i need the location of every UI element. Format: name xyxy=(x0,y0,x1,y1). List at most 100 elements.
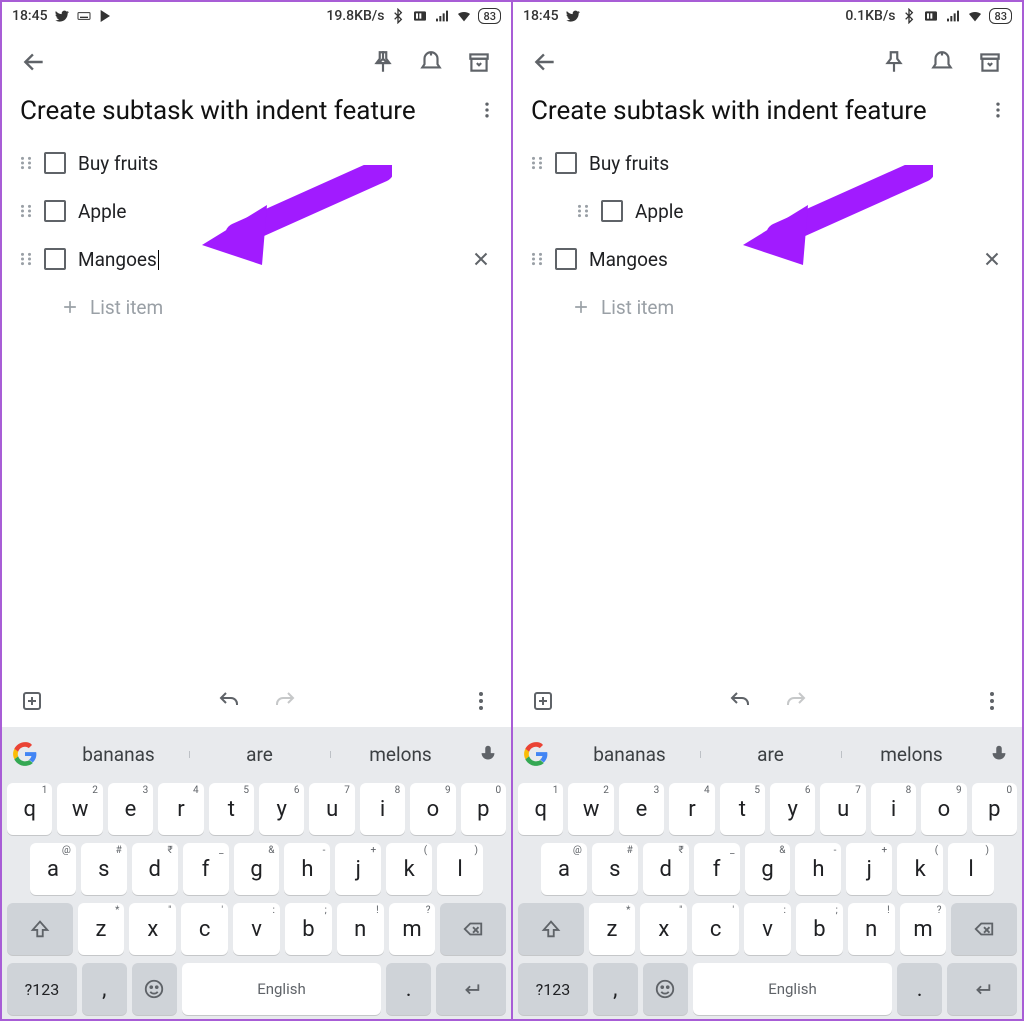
add-list-item[interactable]: List item xyxy=(12,283,501,331)
key-m[interactable]: m? xyxy=(389,903,436,955)
suggestion[interactable]: bananas xyxy=(48,743,189,766)
more-options-button[interactable] xyxy=(974,94,1022,120)
add-list-item[interactable]: List item xyxy=(523,283,1012,331)
reminder-button[interactable] xyxy=(407,38,455,86)
checkbox[interactable] xyxy=(44,200,66,222)
emoji-key[interactable] xyxy=(643,963,688,1015)
space-key[interactable]: English xyxy=(182,963,382,1015)
enter-key[interactable] xyxy=(947,963,1017,1015)
item-text[interactable]: Buy fruits xyxy=(78,152,501,175)
comma-key[interactable]: , xyxy=(82,963,127,1015)
archive-button[interactable] xyxy=(966,38,1014,86)
key-u[interactable]: u7 xyxy=(820,783,865,835)
key-a[interactable]: a@ xyxy=(30,843,76,895)
key-x[interactable]: x" xyxy=(129,903,176,955)
mic-icon[interactable] xyxy=(982,743,1016,765)
key-l[interactable]: l) xyxy=(948,843,994,895)
key-r[interactable]: r4 xyxy=(158,783,203,835)
key-q[interactable]: q1 xyxy=(518,783,563,835)
key-n[interactable]: n! xyxy=(337,903,384,955)
key-y[interactable]: y6 xyxy=(259,783,304,835)
enter-key[interactable] xyxy=(436,963,506,1015)
key-s[interactable]: s# xyxy=(81,843,127,895)
delete-item-button[interactable] xyxy=(972,248,1012,270)
redo-button[interactable] xyxy=(772,677,820,725)
key-m[interactable]: m? xyxy=(900,903,947,955)
key-r[interactable]: r4 xyxy=(669,783,714,835)
key-w[interactable]: w2 xyxy=(568,783,613,835)
suggestion[interactable]: melons xyxy=(841,743,982,766)
google-logo-icon[interactable] xyxy=(519,737,553,771)
drag-handle-icon[interactable] xyxy=(523,252,551,266)
key-a[interactable]: a@ xyxy=(541,843,587,895)
checklist-item[interactable]: Apple xyxy=(12,187,501,235)
note-title[interactable]: Create subtask with indent feature xyxy=(2,94,463,135)
key-e[interactable]: e3 xyxy=(619,783,664,835)
more-options-button[interactable] xyxy=(463,94,511,120)
item-text[interactable]: Apple xyxy=(78,200,501,223)
key-t[interactable]: t5 xyxy=(209,783,254,835)
delete-item-button[interactable] xyxy=(461,248,501,270)
suggestion[interactable]: bananas xyxy=(559,743,700,766)
checklist-item[interactable]: Buy fruits xyxy=(523,139,1012,187)
key-d[interactable]: d₹ xyxy=(643,843,689,895)
checklist-item-indented[interactable]: Apple xyxy=(523,187,1012,235)
key-k[interactable]: k( xyxy=(897,843,943,895)
add-content-button[interactable] xyxy=(8,677,56,725)
key-j[interactable]: j+ xyxy=(335,843,381,895)
key-k[interactable]: k( xyxy=(386,843,432,895)
key-z[interactable]: z* xyxy=(78,903,125,955)
key-p[interactable]: p0 xyxy=(972,783,1017,835)
drag-handle-icon[interactable] xyxy=(12,204,40,218)
key-b[interactable]: b; xyxy=(285,903,332,955)
checkbox[interactable] xyxy=(555,248,577,270)
add-content-button[interactable] xyxy=(519,677,567,725)
key-f[interactable]: f_ xyxy=(183,843,229,895)
pin-button[interactable] xyxy=(359,38,407,86)
key-g[interactable]: g& xyxy=(745,843,791,895)
period-key[interactable]: . xyxy=(386,963,431,1015)
key-i[interactable]: i8 xyxy=(360,783,405,835)
archive-button[interactable] xyxy=(455,38,503,86)
key-e[interactable]: e3 xyxy=(108,783,153,835)
key-i[interactable]: i8 xyxy=(871,783,916,835)
key-c[interactable]: c' xyxy=(181,903,228,955)
period-key[interactable]: . xyxy=(897,963,942,1015)
suggestion[interactable]: melons xyxy=(330,743,471,766)
key-c[interactable]: c' xyxy=(692,903,739,955)
key-p[interactable]: p0 xyxy=(461,783,506,835)
back-button[interactable] xyxy=(10,38,58,86)
key-q[interactable]: q1 xyxy=(7,783,52,835)
backspace-key[interactable] xyxy=(951,903,1017,955)
key-j[interactable]: j+ xyxy=(846,843,892,895)
comma-key[interactable]: , xyxy=(593,963,638,1015)
key-t[interactable]: t5 xyxy=(720,783,765,835)
shift-key[interactable] xyxy=(7,903,73,955)
more-button[interactable] xyxy=(968,677,1016,725)
checkbox[interactable] xyxy=(44,152,66,174)
back-button[interactable] xyxy=(521,38,569,86)
drag-handle-icon[interactable] xyxy=(12,252,40,266)
key-n[interactable]: n! xyxy=(848,903,895,955)
pin-button[interactable] xyxy=(870,38,918,86)
key-u[interactable]: u7 xyxy=(309,783,354,835)
checkbox[interactable] xyxy=(44,248,66,270)
checklist-item-active[interactable]: Mangoes xyxy=(523,235,1012,283)
checklist-item-active[interactable]: Mangoes xyxy=(12,235,501,283)
key-w[interactable]: w2 xyxy=(57,783,102,835)
checkbox[interactable] xyxy=(555,152,577,174)
key-l[interactable]: l) xyxy=(437,843,483,895)
mic-icon[interactable] xyxy=(471,743,505,765)
key-h[interactable]: h- xyxy=(795,843,841,895)
key-g[interactable]: g& xyxy=(234,843,280,895)
drag-handle-icon[interactable] xyxy=(569,204,597,218)
more-button[interactable] xyxy=(457,677,505,725)
undo-button[interactable] xyxy=(716,677,764,725)
item-text[interactable]: Mangoes xyxy=(589,248,668,271)
note-title[interactable]: Create subtask with indent feature xyxy=(513,94,974,135)
item-text[interactable]: Buy fruits xyxy=(589,152,1012,175)
key-o[interactable]: o9 xyxy=(410,783,455,835)
backspace-key[interactable] xyxy=(440,903,506,955)
shift-key[interactable] xyxy=(518,903,584,955)
undo-button[interactable] xyxy=(205,677,253,725)
